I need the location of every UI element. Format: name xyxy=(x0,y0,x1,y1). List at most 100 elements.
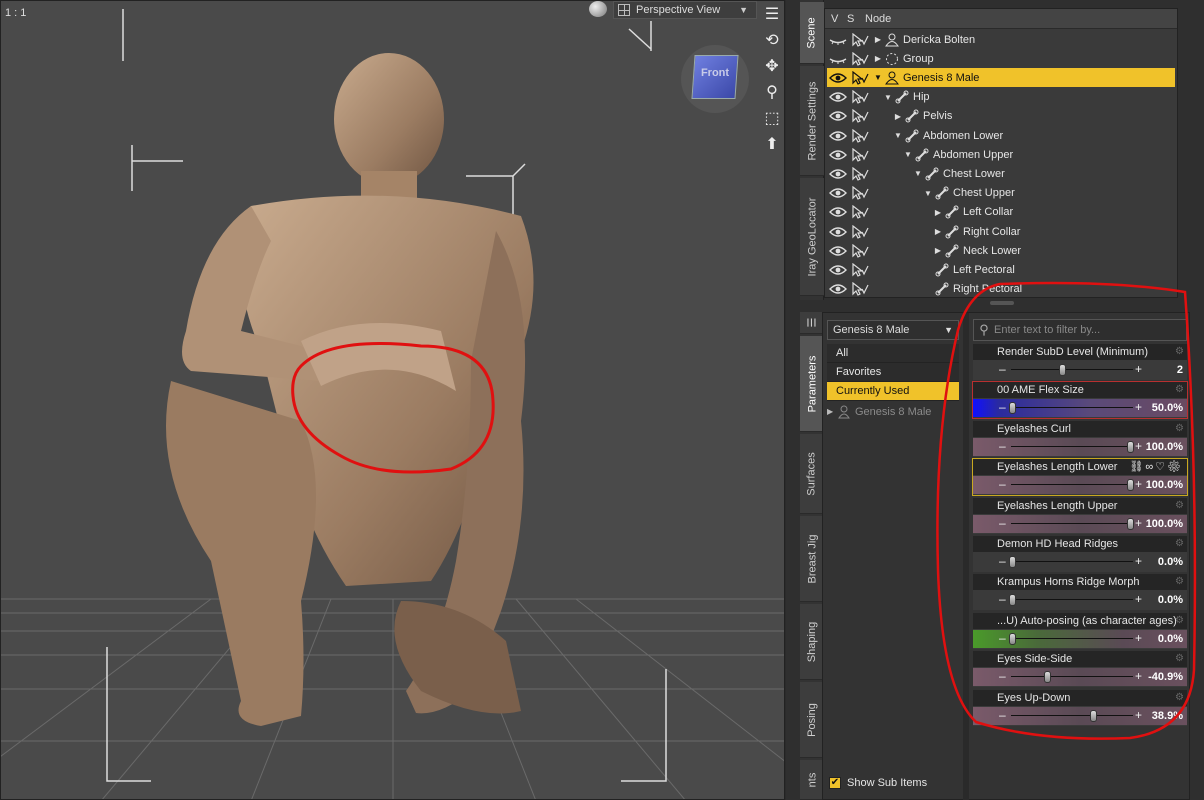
eye-open-icon[interactable] xyxy=(829,264,849,276)
collapse-arrow-icon[interactable]: ▼ xyxy=(923,189,933,198)
decrement-button[interactable]: – xyxy=(999,669,1006,683)
slider-value[interactable]: 0.0% xyxy=(1158,556,1183,568)
increment-button[interactable]: + xyxy=(1135,400,1142,414)
category-divider[interactable] xyxy=(963,313,969,800)
select-cursor-icon[interactable] xyxy=(851,205,871,220)
slider-track[interactable]: – +38.9% xyxy=(973,706,1187,725)
slider-value[interactable]: 38.9% xyxy=(1152,710,1183,722)
increment-button[interactable]: + xyxy=(1135,554,1142,568)
pane-splitter[interactable] xyxy=(990,301,1014,305)
frame-icon[interactable]: ⬚ xyxy=(761,108,783,130)
decrement-button[interactable]: – xyxy=(999,362,1006,376)
orbit-icon[interactable]: ⟲ xyxy=(761,30,783,52)
filter-input[interactable] xyxy=(994,324,1182,336)
category-all[interactable]: All xyxy=(827,344,959,363)
gear-icon[interactable]: ⚙ xyxy=(1175,500,1184,511)
tab-shaping[interactable]: Shaping xyxy=(800,604,824,680)
decrement-button[interactable]: – xyxy=(999,439,1006,453)
collapse-arrow-icon[interactable]: ▼ xyxy=(913,169,923,178)
collapse-arrow-icon[interactable]: ▼ xyxy=(893,131,903,140)
slider-value[interactable]: 100.0% xyxy=(1146,479,1183,491)
gear-icon[interactable]: ⚙ xyxy=(1175,423,1184,434)
tab-surfaces[interactable]: Surfaces xyxy=(800,434,824,514)
slider-value[interactable]: 50.0% xyxy=(1152,402,1183,414)
gear-icon[interactable]: ⚙ xyxy=(1167,461,1183,473)
tab-parameters[interactable]: Parameters xyxy=(800,336,824,432)
gear-icon[interactable]: ⚙ xyxy=(1175,653,1184,664)
increment-button[interactable]: + xyxy=(1135,439,1142,453)
eye-open-icon[interactable] xyxy=(829,206,849,218)
parameter-slider[interactable]: Demon HD Head Ridges ⚙ – +0.0% xyxy=(973,536,1187,572)
tree-row[interactable]: Left Pectoral xyxy=(827,260,1175,279)
slider-knob[interactable] xyxy=(1058,364,1066,376)
slider-knob[interactable] xyxy=(1090,709,1098,722)
eye-closed-icon[interactable] xyxy=(829,34,849,46)
decrement-button[interactable]: – xyxy=(999,708,1006,722)
increment-button[interactable]: + xyxy=(1135,592,1142,606)
slider-value[interactable]: 100.0% xyxy=(1146,518,1183,530)
tree-row[interactable]: Right Pectoral xyxy=(827,280,1175,299)
tab-scene[interactable]: Scene xyxy=(800,2,824,64)
gear-icon[interactable]: ⚙ xyxy=(1175,384,1184,395)
parameter-slider[interactable]: Eyelashes Length Upper ⚙ – +100.0% xyxy=(973,497,1187,534)
eye-closed-icon[interactable] xyxy=(829,53,849,65)
collapse-arrow-icon[interactable]: ▼ xyxy=(903,150,913,159)
slider-track[interactable]: – +100.0% xyxy=(973,437,1187,456)
eye-open-icon[interactable] xyxy=(829,226,849,238)
eye-open-icon[interactable] xyxy=(829,168,849,180)
slider-action-icons[interactable]: ⛓∞♡⚙ xyxy=(1129,460,1183,473)
select-cursor-icon[interactable] xyxy=(851,90,871,104)
tab-render-settings[interactable]: Render Settings xyxy=(800,66,824,176)
show-sub-items[interactable]: ✔ Show Sub Items xyxy=(829,777,927,789)
select-cursor-icon[interactable] xyxy=(851,128,871,143)
increment-button[interactable]: + xyxy=(1135,669,1142,683)
expand-arrow-icon[interactable]: ▶ xyxy=(873,54,883,63)
slider-value[interactable]: 2 xyxy=(1177,364,1183,376)
gear-icon[interactable]: ⚙ xyxy=(1175,346,1184,357)
tree-row[interactable]: ▼ Chest Lower xyxy=(827,164,1175,183)
slider-track[interactable]: – +2 xyxy=(973,361,1187,379)
column-selectable[interactable]: S xyxy=(847,13,865,25)
slider-track[interactable]: – +50.0% xyxy=(973,399,1187,418)
tree-row[interactable]: ▶ Neck Lower xyxy=(827,241,1175,260)
gear-icon[interactable]: ⚙ xyxy=(1175,615,1184,626)
tab-posing[interactable]: Posing xyxy=(800,682,824,758)
tab-breast-jig[interactable]: Breast Jig xyxy=(800,516,824,602)
slider-value[interactable]: 0.0% xyxy=(1158,594,1183,606)
view-select[interactable]: Perspective View ▼ xyxy=(613,1,757,19)
display-style-icon[interactable] xyxy=(589,1,607,17)
filter-field[interactable]: ⚲ xyxy=(973,319,1187,341)
viewport[interactable]: 1 : 1 Perspective View ▼ ☰ ⟲ ✥ ⚲ ⬚ ⬆ Fro… xyxy=(0,0,785,800)
select-cursor-icon[interactable] xyxy=(851,70,871,85)
decrement-button[interactable]: – xyxy=(999,400,1006,414)
parameter-slider[interactable]: Eyes Up-Down ⚙ – +38.9% xyxy=(973,689,1187,726)
select-cursor-icon[interactable] xyxy=(851,166,871,181)
expand-arrow-icon[interactable]: ▶ xyxy=(933,208,943,217)
eye-open-icon[interactable] xyxy=(829,149,849,161)
expand-arrow-icon[interactable]: ▶ xyxy=(873,35,883,44)
eye-open-icon[interactable] xyxy=(829,130,849,142)
select-cursor-icon[interactable] xyxy=(851,147,871,162)
select-cursor-icon[interactable] xyxy=(851,224,871,239)
increment-button[interactable]: + xyxy=(1135,631,1142,645)
category-currently-used[interactable]: Currently Used xyxy=(827,382,959,401)
slider-track[interactable]: – +0.0% xyxy=(973,629,1187,648)
increment-button[interactable]: + xyxy=(1135,362,1142,376)
tree-row[interactable]: ▼ Abdomen Upper xyxy=(827,145,1175,164)
select-cursor-icon[interactable] xyxy=(851,262,871,277)
tree-row[interactable]: ▶ Pelvis xyxy=(827,107,1175,126)
zoom-icon[interactable]: ⚲ xyxy=(761,82,783,104)
eye-open-icon[interactable] xyxy=(829,187,849,199)
parameter-slider[interactable]: Eyelashes Curl ⚙ – +100.0% xyxy=(973,420,1187,457)
increment-button[interactable]: + xyxy=(1135,516,1142,530)
slider-value[interactable]: 0.0% xyxy=(1158,633,1183,645)
slider-track[interactable]: – + -40.9% xyxy=(973,668,1187,687)
slider-knob[interactable] xyxy=(1009,632,1016,645)
decrement-button[interactable]: – xyxy=(999,477,1006,491)
select-cursor-icon[interactable] xyxy=(851,32,871,47)
tree-row[interactable]: ▼ Abdomen Lower xyxy=(827,126,1175,145)
tab-iray-geolocator[interactable]: Iray GeoLocator xyxy=(800,178,824,296)
slider-track[interactable]: – +0.0% xyxy=(973,553,1187,571)
gear-icon[interactable]: ⚙ xyxy=(1175,692,1184,703)
slider-knob[interactable] xyxy=(1127,479,1134,492)
